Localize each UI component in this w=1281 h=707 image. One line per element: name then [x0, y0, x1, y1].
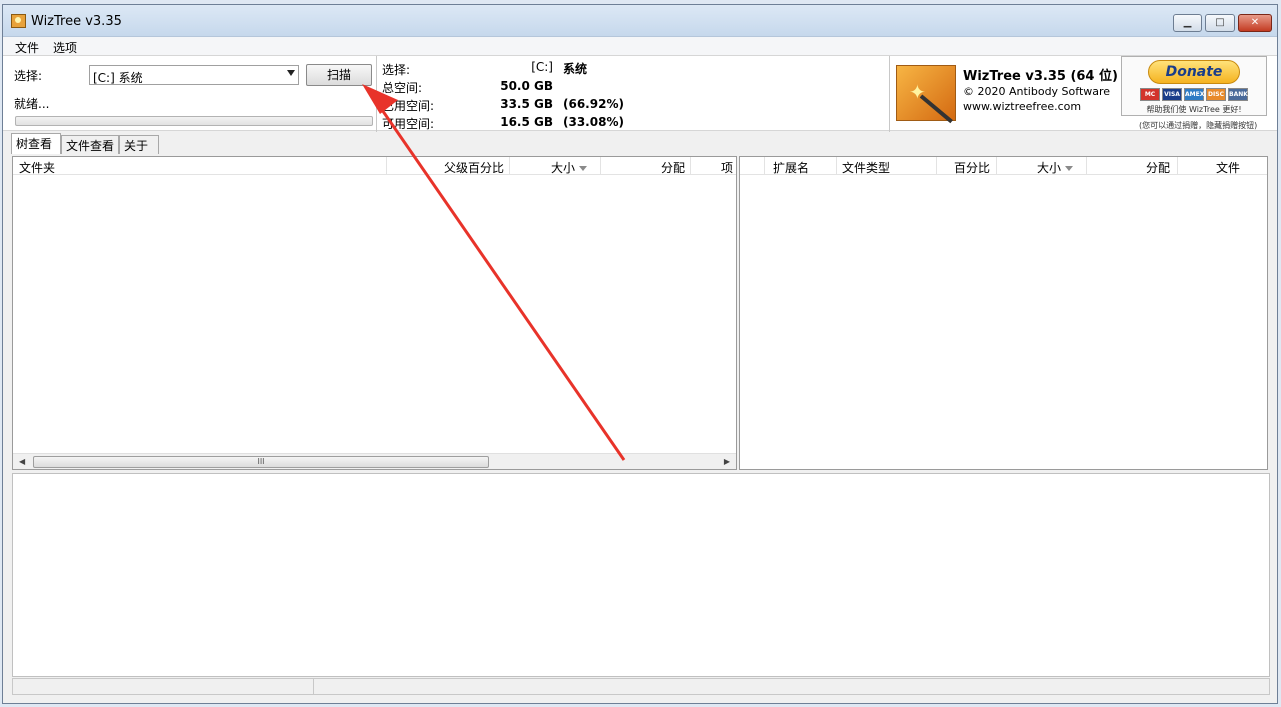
used-space-value: 33.5 GB: [500, 97, 553, 111]
col-percent[interactable]: 百分比: [954, 159, 990, 176]
column-divider: [1086, 157, 1087, 175]
scrollbar-thumb[interactable]: III: [33, 456, 489, 468]
divider: [376, 56, 377, 132]
extension-header: 扩展名 文件类型 百分比 大小 分配 文件: [740, 157, 1267, 175]
chevron-down-icon: [287, 70, 295, 76]
drive-select[interactable]: [C:] 系统: [89, 65, 299, 85]
column-divider: [600, 157, 601, 175]
col-ext-size[interactable]: 大小: [1037, 159, 1074, 176]
horizontal-scrollbar[interactable]: ◀ III ▶: [13, 453, 736, 469]
sort-desc-icon: [579, 166, 588, 171]
copyright-text: © 2020 Antibody Software: [963, 85, 1111, 98]
tab-about[interactable]: 关于: [119, 135, 159, 154]
app-window: WizTree v3.35 ▁ □ ✕ 文件 选项 选择: [C:] 系统 扫描…: [2, 4, 1278, 704]
col-files[interactable]: 文件: [1216, 159, 1240, 176]
visa-icon: VISA: [1162, 88, 1182, 101]
column-divider: [509, 157, 510, 175]
close-button[interactable]: ✕: [1238, 14, 1272, 32]
donate-hide-note: (您可以通过捐赠，隐藏捐赠按钮): [1139, 121, 1258, 130]
col-file-type[interactable]: 文件类型: [842, 159, 890, 176]
column-divider: [690, 157, 691, 175]
total-space-label: 总空间:: [382, 81, 423, 95]
col-ext-size-label: 大小: [1037, 161, 1062, 175]
top-panel: 选择: [C:] 系统 扫描 就绪... 选择: [C:] 系统 总空间: 50…: [3, 55, 1277, 132]
scroll-right-icon[interactable]: ▶: [724, 457, 730, 466]
maximize-button[interactable]: □: [1205, 14, 1235, 32]
info-select-label: 选择:: [382, 63, 411, 77]
column-divider: [764, 157, 765, 175]
folder-tree-pane[interactable]: 文件夹 父级百分比 大小 分配 项 ◀ III ▶: [12, 156, 737, 470]
divider: [889, 56, 890, 132]
menu-file[interactable]: 文件: [15, 39, 39, 56]
minimize-button[interactable]: ▁: [1173, 14, 1202, 32]
free-space-percent: (33.08%): [563, 115, 624, 129]
sort-desc-icon: [1065, 166, 1074, 171]
info-drive-letter: [C:]: [531, 60, 553, 74]
free-space-label: 可用空间:: [382, 117, 435, 131]
scroll-left-icon[interactable]: ◀: [19, 457, 25, 466]
status-divider: [313, 679, 314, 695]
column-divider: [836, 157, 837, 175]
treemap-area[interactable]: [12, 473, 1270, 677]
extension-pane[interactable]: 扩展名 文件类型 百分比 大小 分配 文件: [739, 156, 1268, 470]
tab-tree-view[interactable]: 树查看: [11, 133, 61, 154]
scan-button[interactable]: 扫描: [306, 64, 372, 86]
column-divider: [936, 157, 937, 175]
drive-select-value: [C:] 系统: [93, 71, 143, 85]
col-allocated[interactable]: 分配: [661, 159, 685, 176]
status-bar: [12, 678, 1270, 695]
mastercard-icon: MC: [1140, 88, 1160, 101]
col-extension[interactable]: 扩展名: [773, 159, 809, 176]
col-ext-allocated[interactable]: 分配: [1146, 159, 1170, 176]
wiztree-app-icon: [11, 14, 26, 28]
folder-tree-header: 文件夹 父级百分比 大小 分配 项: [13, 157, 736, 175]
select-label: 选择:: [14, 69, 43, 83]
used-space-label: 已用空间:: [382, 99, 435, 113]
website-link[interactable]: www.wiztreefree.com: [963, 100, 1081, 113]
col-folder[interactable]: 文件夹: [19, 159, 55, 176]
scan-progress-bar: [15, 116, 373, 126]
column-divider: [386, 157, 387, 175]
wiztree-logo-icon: ✦: [896, 65, 956, 124]
title-bar[interactable]: WizTree v3.35 ▁ □ ✕: [3, 5, 1277, 37]
menu-options[interactable]: 选项: [53, 39, 77, 56]
tab-file-view[interactable]: 文件查看: [61, 135, 119, 154]
donate-panel: Donate MC VISA AMEX DISC BANK 帮助我们使 WizT…: [1121, 56, 1267, 116]
window-title: WizTree v3.35: [31, 14, 122, 29]
column-divider: [996, 157, 997, 175]
amex-icon: AMEX: [1184, 88, 1204, 101]
donate-button[interactable]: Donate: [1148, 60, 1240, 84]
discover-icon: DISC: [1206, 88, 1226, 101]
status-text: 就绪...: [14, 97, 50, 111]
col-size[interactable]: 大小: [551, 159, 588, 176]
product-name: WizTree v3.35 (64 位): [963, 69, 1118, 84]
col-size-label: 大小: [551, 161, 576, 175]
bank-icon: BANK: [1228, 88, 1248, 101]
info-drive-name: 系统: [563, 62, 588, 76]
col-items[interactable]: 项: [721, 159, 733, 176]
free-space-value: 16.5 GB: [500, 115, 553, 129]
used-space-percent: (66.92%): [563, 97, 624, 111]
donate-note: 帮助我们使 WizTree 更好!: [1146, 105, 1242, 114]
menu-bar: 文件 选项: [3, 37, 1277, 55]
col-parent-percent[interactable]: 父级百分比: [444, 159, 504, 176]
column-divider: [1177, 157, 1178, 175]
total-space-value: 50.0 GB: [500, 79, 553, 93]
